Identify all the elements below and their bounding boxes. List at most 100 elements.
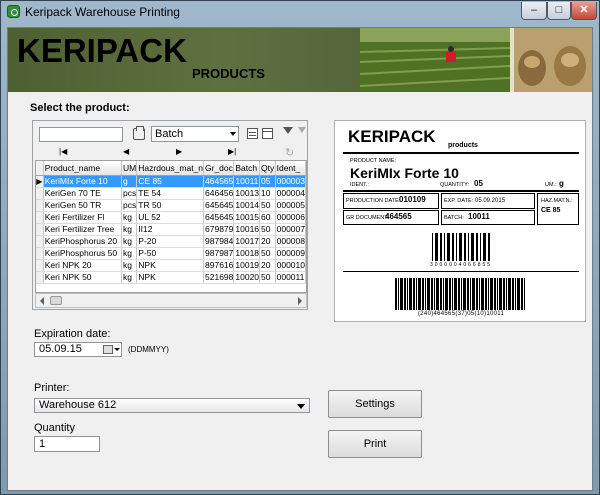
table-cell[interactable]: 000011 [275,271,306,284]
row-indicator[interactable] [36,199,44,212]
table-cell[interactable]: 987987 [203,247,235,260]
table-cell[interactable]: 10015 [233,211,261,224]
column-header[interactable]: Qty [259,161,276,176]
table-cell[interactable]: pcs [121,187,138,200]
table-cell[interactable]: kg [121,247,138,260]
last-record-button[interactable]: ▶| [228,147,236,156]
table-cell[interactable]: TR 50 [136,199,205,212]
prev-record-button[interactable]: ◀ [123,147,129,156]
column-header[interactable]: Ident_ [275,161,306,176]
printer-select[interactable]: Warehouse 612 [34,398,310,413]
table-cell[interactable]: 645645 [203,211,235,224]
table-cell[interactable]: KeriGen 50 TR [43,199,123,212]
table-cell[interactable]: 000009 [275,247,306,260]
table-row[interactable]: KeriGen 70 TE pcs TE 54 646456 10013 10 000004 [36,187,306,200]
table-cell[interactable]: 50 [259,247,276,260]
filter-icon[interactable] [283,127,293,134]
table-cell[interactable]: 50 [259,199,276,212]
table-cell[interactable]: 10020 [233,271,261,284]
table-cell[interactable]: kg [121,211,138,224]
table-cell[interactable]: 000004 [275,187,306,200]
table-cell[interactable]: 50 [259,271,276,284]
table-cell[interactable]: 987984 [203,235,235,248]
column-header[interactable]: UM [121,161,138,176]
table-cell[interactable]: 10018 [233,247,261,260]
row-indicator[interactable]: ▶ [36,175,44,188]
table-row[interactable]: ▶ KeriMIx Forte 10 g CE 85 464565 10011 05 0000… [36,175,306,188]
row-indicator[interactable] [36,223,44,236]
table-cell[interactable]: CE 85 [136,175,205,188]
product-table[interactable]: Product_name UM Hazrdous_mat_n Gr_doc Ba… [35,160,307,293]
table-row[interactable]: KeriGen 50 TR pcs TR 50 645645 10014 50 000005 [36,199,306,212]
row-indicator[interactable] [36,271,44,284]
column-header[interactable]: Batch [233,161,261,176]
table-cell[interactable]: 679879 [203,223,235,236]
column-header[interactable]: Hazrdous_mat_n [136,161,205,176]
table-cell[interactable]: kg [121,271,138,284]
table-cell[interactable]: NPK [136,259,205,272]
table-cell[interactable]: 10019 [233,259,261,272]
table-cell[interactable]: 10016 [233,223,261,236]
scrollbar-thumb[interactable] [50,296,62,305]
table-cell[interactable]: Keri NPK 20 [43,259,123,272]
table-cell[interactable]: g [121,175,138,188]
refresh-icon[interactable]: ↻ [285,146,294,159]
table-row[interactable]: Keri NPK 50 kg NPK 521698 10020 50 000011 [36,271,306,284]
search-input[interactable] [39,127,123,142]
table-cell[interactable]: II12 [136,223,205,236]
table-row[interactable]: Keri Fertilizer Tree kg II12 679879 10016 50 0… [36,223,306,236]
table-cell[interactable]: TE 54 [136,187,205,200]
table-cell[interactable]: 000005 [275,199,306,212]
table-cell[interactable]: 20 [259,259,276,272]
column-header[interactable]: Gr_doc [203,161,235,176]
table-cell[interactable]: Keri Fertilizer Fl [43,211,123,224]
table-cell[interactable]: 000008 [275,235,306,248]
table-row[interactable]: Keri Fertilizer Fl kg UL 52 645645 10015 60 00… [36,211,306,224]
row-indicator[interactable] [36,187,44,200]
scroll-right-icon[interactable] [298,297,302,305]
table-cell[interactable]: UL 52 [136,211,205,224]
table-cell[interactable]: KeriGen 70 TE [43,187,123,200]
table-cell[interactable]: 05 [259,175,276,188]
group-by-select[interactable]: Batch [151,126,239,142]
table-cell[interactable]: 897616 [203,259,235,272]
table-cell[interactable]: 521698 [203,271,235,284]
table-cell[interactable]: P-20 [136,235,205,248]
table-cell[interactable]: 464565 [203,175,235,188]
table-cell[interactable]: 000003 [275,175,306,188]
table-cell[interactable]: KeriPhosphorus 20 [43,235,123,248]
horizontal-scrollbar[interactable] [35,293,307,308]
table-cell[interactable]: KeriMIx Forte 10 [43,175,123,188]
settings-button[interactable]: Settings [328,390,422,418]
table-cell[interactable]: 60 [259,211,276,224]
clear-filter-icon[interactable] [298,127,306,133]
table-cell[interactable]: 10014 [233,199,261,212]
table-cell[interactable]: P-50 [136,247,205,260]
table-cell[interactable]: kg [121,235,138,248]
table-cell[interactable]: 000010 [275,259,306,272]
table-cell[interactable]: 20 [259,235,276,248]
quantity-input[interactable]: 1 [34,436,100,452]
table-row[interactable]: KeriPhosphorus 50 kg P-50 987987 10018 50 0000… [36,247,306,260]
table-cell[interactable]: kg [121,259,138,272]
close-button[interactable]: ✕ [571,2,597,20]
collapse-groups-icon[interactable] [262,128,273,139]
row-indicator[interactable] [36,235,44,248]
table-cell[interactable]: 645645 [203,199,235,212]
table-row[interactable]: KeriPhosphorus 20 kg P-20 987984 10017 20 0000… [36,235,306,248]
table-cell[interactable]: 10011 [233,175,261,188]
table-cell[interactable]: Keri Fertilizer Tree [43,223,123,236]
first-record-button[interactable]: |◀ [59,147,67,156]
column-header[interactable]: Product_name [43,161,123,176]
title-bar[interactable]: Keripack Warehouse Printing – □ ✕ [1,1,599,23]
table-cell[interactable]: pcs [121,199,138,212]
table-cell[interactable]: KeriPhosphorus 50 [43,247,123,260]
table-cell[interactable]: 10013 [233,187,261,200]
maximize-button[interactable]: □ [547,2,571,20]
table-cell[interactable]: 646456 [203,187,235,200]
next-record-button[interactable]: ▶ [176,147,182,156]
row-indicator[interactable] [36,259,44,272]
table-cell[interactable]: NPK [136,271,205,284]
table-cell[interactable]: 10 [259,187,276,200]
table-cell[interactable]: kg [121,223,138,236]
